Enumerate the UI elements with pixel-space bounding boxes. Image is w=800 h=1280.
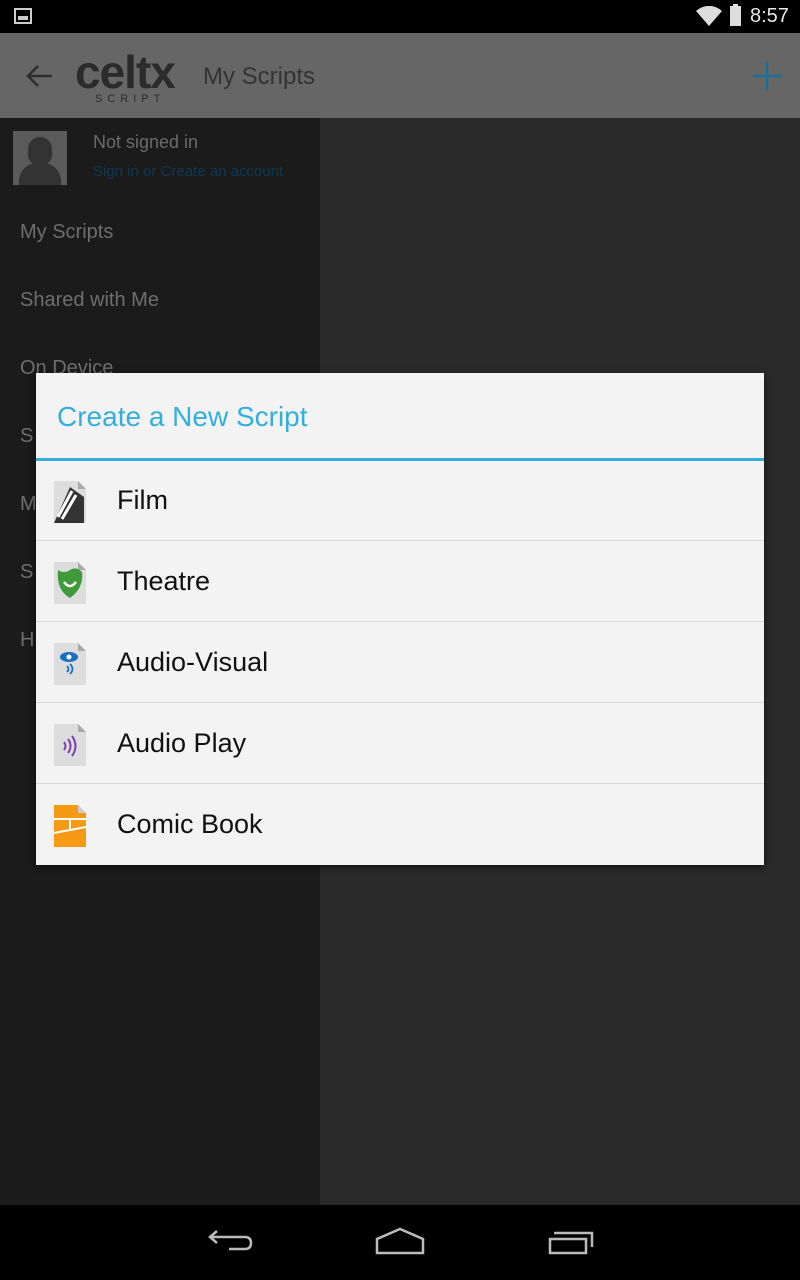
option-film[interactable]: Film <box>36 461 764 541</box>
recents-icon[interactable] <box>548 1227 596 1257</box>
dialog-title: Create a New Script <box>57 401 308 432</box>
drawer-item-my-scripts[interactable]: My Scripts <box>20 221 113 244</box>
avatar <box>13 131 67 185</box>
eye-audio-icon <box>54 643 86 685</box>
account-status: Not signed in <box>93 132 199 152</box>
home-icon[interactable] <box>375 1227 425 1257</box>
app-logo-subtext: SCRIPT <box>95 93 166 105</box>
system-nav-bar <box>0 1205 800 1280</box>
create-script-dialog: Create a New Script Film Theatre Audio-V… <box>36 373 764 865</box>
audio-waves-icon <box>54 724 86 766</box>
option-comic-book[interactable]: Comic Book <box>36 785 764 865</box>
option-label: Film <box>117 485 168 515</box>
back-icon[interactable] <box>207 1227 255 1257</box>
battery-icon <box>730 4 741 26</box>
option-label: Comic Book <box>117 809 263 839</box>
drawer-item-4[interactable]: S <box>20 425 33 448</box>
arrow-left-icon[interactable] <box>22 59 56 93</box>
plus-icon[interactable] <box>750 59 784 93</box>
option-audio-play[interactable]: Audio Play <box>36 704 764 784</box>
option-audio-visual[interactable]: Audio-Visual <box>36 623 764 703</box>
clock: 8:57 <box>750 5 789 27</box>
page-title: My Scripts <box>203 63 316 90</box>
comic-panels-icon <box>53 805 87 847</box>
film-clapper-icon <box>54 481 86 523</box>
wifi-icon <box>696 6 722 26</box>
drawer-item-shared-with-me[interactable]: Shared with Me <box>20 289 159 312</box>
app-logo: celtx <box>75 46 176 98</box>
gallery-icon <box>14 8 32 24</box>
option-label: Audio Play <box>117 728 247 758</box>
option-label: Theatre <box>117 566 211 596</box>
option-label: Audio-Visual <box>117 647 269 677</box>
option-theatre[interactable]: Theatre <box>36 542 764 622</box>
status-bar: 8:57 <box>0 0 800 33</box>
drawer-item-5[interactable]: M <box>20 493 37 516</box>
drawer-item-7[interactable]: H <box>20 629 34 652</box>
signin-link[interactable]: Sign in or Create an account <box>93 163 283 180</box>
action-bar: celtx SCRIPT My Scripts <box>0 33 800 118</box>
drawer-item-6[interactable]: S <box>20 561 33 584</box>
theatre-mask-icon <box>54 562 86 604</box>
